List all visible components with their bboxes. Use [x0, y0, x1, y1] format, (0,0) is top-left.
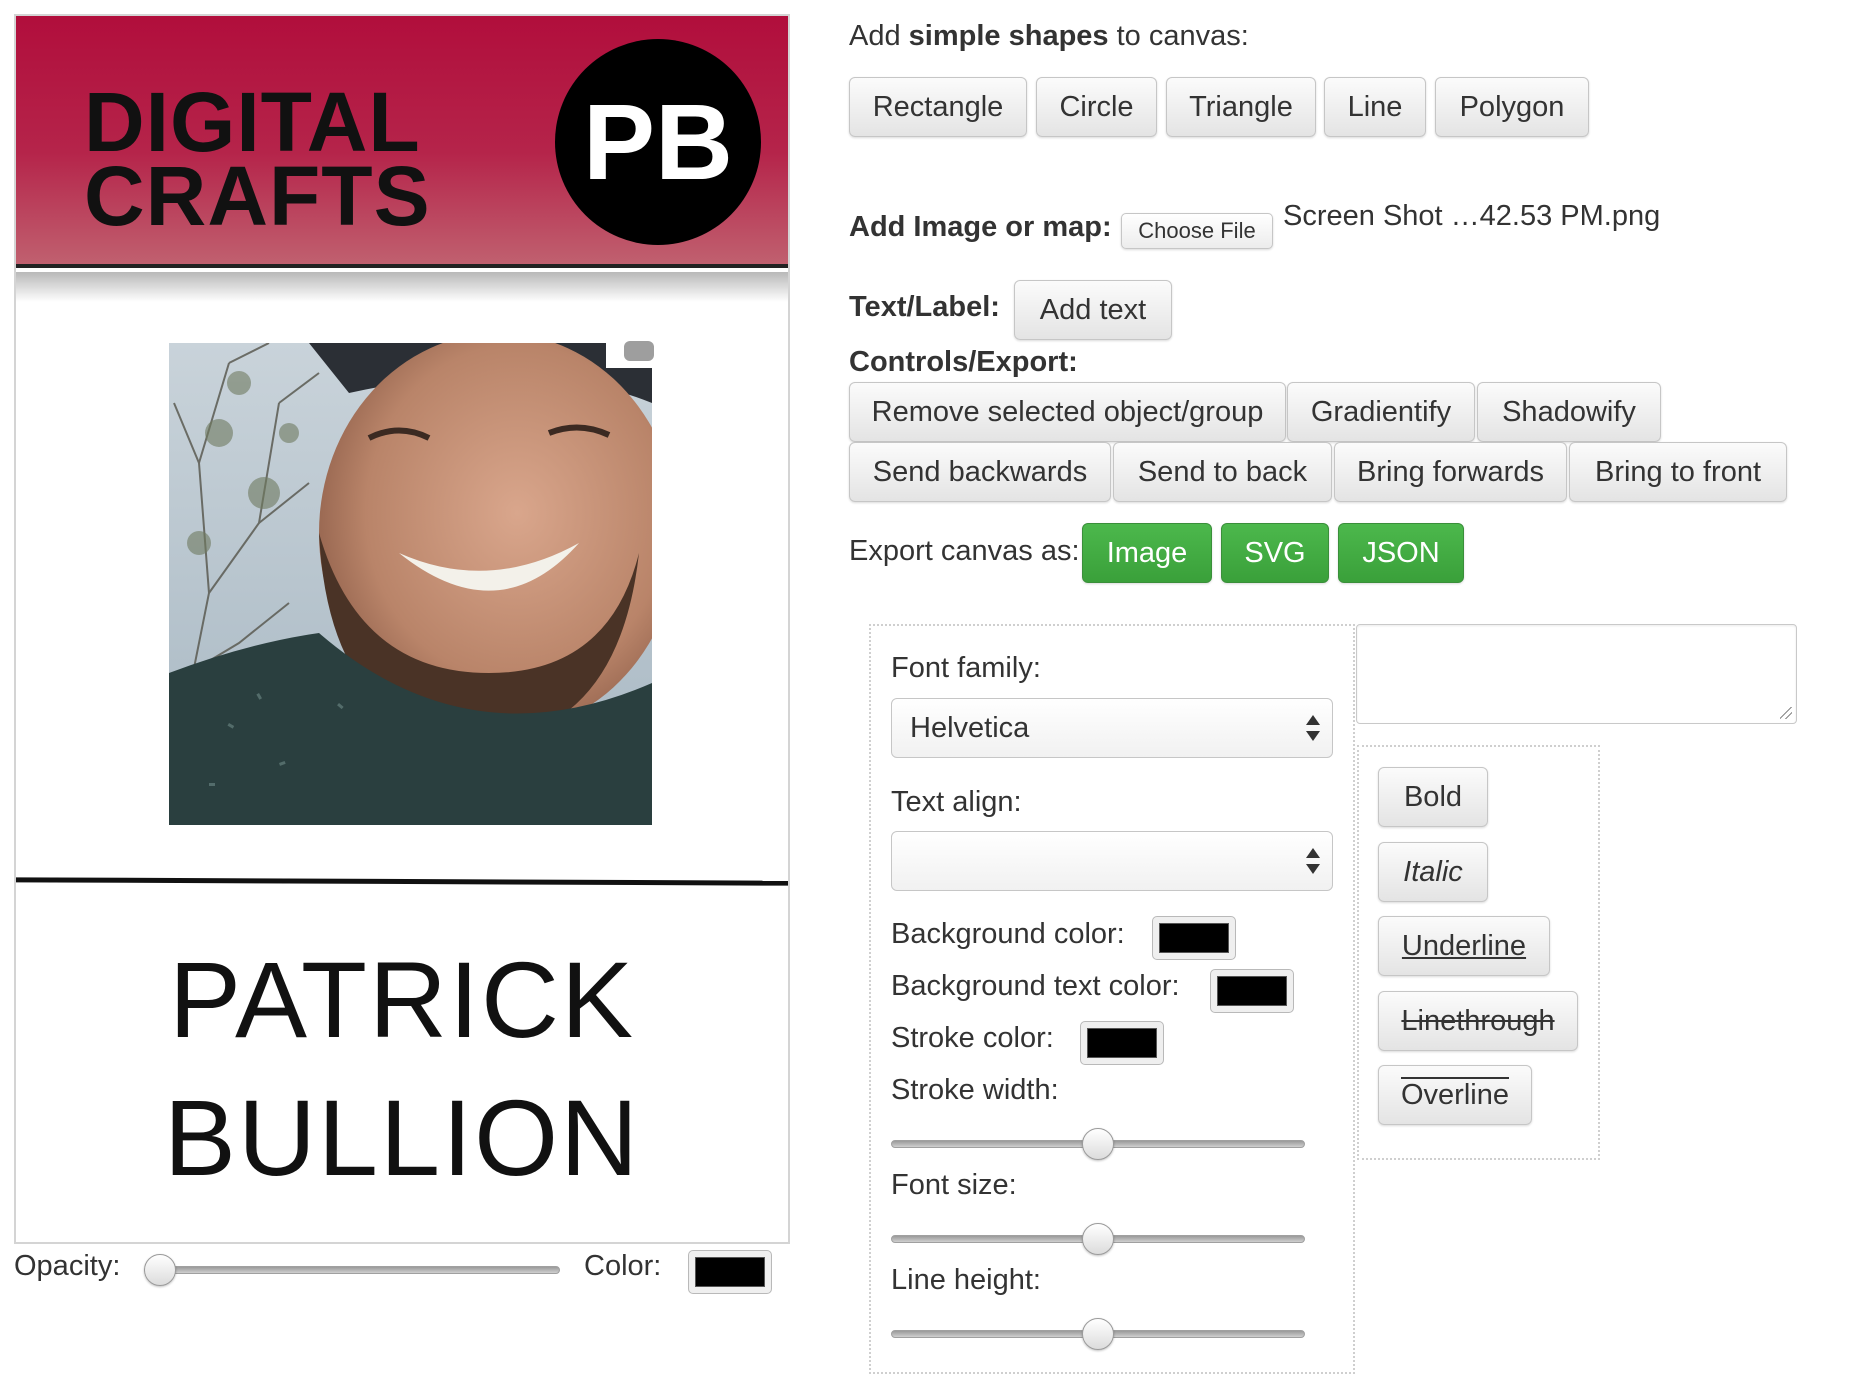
last-name-text[interactable]: BULLION: [16, 1084, 788, 1192]
font-family-value: Helvetica: [910, 712, 1030, 744]
opacity-slider-thumb[interactable]: [144, 1254, 176, 1286]
linethrough-button[interactable]: Linethrough: [1378, 991, 1578, 1051]
color-label: Color:: [584, 1250, 662, 1282]
bring-forwards-button[interactable]: Bring forwards: [1334, 442, 1567, 502]
font-size-label: Font size:: [891, 1169, 1017, 1201]
stroke-width-slider[interactable]: [891, 1128, 1305, 1160]
stroke-color-label: Stroke color:: [891, 1022, 1054, 1054]
badge-header[interactable]: DIGITAL CRAFTS PB: [16, 16, 788, 268]
text-input-area[interactable]: [1356, 624, 1797, 724]
first-name-text[interactable]: PATRICK: [16, 946, 788, 1054]
circle-button[interactable]: Circle: [1036, 77, 1157, 137]
send-to-back-button[interactable]: Send to back: [1113, 442, 1332, 502]
font-family-select[interactable]: Helvetica: [891, 698, 1333, 758]
export-json-button[interactable]: JSON: [1338, 523, 1464, 583]
selected-file-name: Screen Shot …42.53 PM.png: [1283, 200, 1661, 232]
background-text-color-picker[interactable]: [1210, 969, 1294, 1013]
background-text-color-label: Background text color:: [891, 970, 1180, 1002]
resize-grip-icon[interactable]: [1780, 707, 1792, 719]
controls-export-heading: Controls/Export:: [849, 346, 1078, 378]
initials-circle[interactable]: PB: [555, 39, 761, 245]
text-label-heading: Text/Label:: [849, 291, 1000, 323]
profile-photo-image: [169, 343, 652, 825]
stroke-width-label: Stroke width:: [891, 1074, 1059, 1106]
select-arrows-icon: [1306, 713, 1320, 743]
triangle-button[interactable]: Triangle: [1166, 77, 1316, 137]
choose-file-button[interactable]: Choose File: [1121, 213, 1273, 249]
line-height-slider-thumb[interactable]: [1082, 1318, 1114, 1350]
font-family-label: Font family:: [891, 652, 1041, 684]
rectangle-button[interactable]: Rectangle: [849, 77, 1027, 137]
export-label: Export canvas as:: [849, 535, 1080, 567]
line-height-slider[interactable]: [891, 1318, 1305, 1350]
color-picker[interactable]: [688, 1250, 772, 1294]
bold-button[interactable]: Bold: [1378, 767, 1488, 827]
opacity-label: Opacity:: [14, 1250, 121, 1282]
font-size-slider[interactable]: [891, 1223, 1305, 1255]
line-height-label: Line height:: [891, 1264, 1041, 1296]
brand-name-line-2[interactable]: CRAFTS: [84, 154, 431, 238]
opacity-slider[interactable]: [144, 1254, 560, 1286]
send-backwards-button[interactable]: Send backwards: [849, 442, 1111, 502]
italic-button[interactable]: Italic: [1378, 842, 1488, 902]
text-align-label: Text align:: [891, 786, 1022, 818]
font-size-slider-thumb[interactable]: [1082, 1223, 1114, 1255]
background-color-label: Background color:: [891, 918, 1125, 950]
export-image-button[interactable]: Image: [1082, 523, 1212, 583]
shadowify-button[interactable]: Shadowify: [1477, 382, 1661, 442]
badge-canvas[interactable]: DIGITAL CRAFTS PB PATRICK BULLION: [14, 14, 790, 1244]
export-svg-button[interactable]: SVG: [1221, 523, 1329, 583]
background-color-picker[interactable]: [1152, 916, 1236, 960]
remove-selected-button[interactable]: Remove selected object/group: [849, 382, 1286, 442]
stroke-color-picker[interactable]: [1080, 1021, 1164, 1065]
photo-rotate-handle[interactable]: [606, 328, 658, 368]
bring-to-front-button[interactable]: Bring to front: [1569, 442, 1787, 502]
add-text-button[interactable]: Add text: [1014, 280, 1172, 340]
name-divider-line[interactable]: [16, 877, 788, 886]
stroke-width-slider-thumb[interactable]: [1082, 1128, 1114, 1160]
header-shadow: [16, 272, 788, 302]
shapes-heading: Add simple shapes to canvas:: [849, 20, 1249, 52]
add-image-label: Add Image or map:: [849, 211, 1112, 243]
select-arrows-icon: [1306, 846, 1320, 876]
overline-button[interactable]: Overline: [1378, 1065, 1532, 1125]
underline-button[interactable]: Underline: [1378, 916, 1550, 976]
text-align-select[interactable]: [891, 831, 1333, 891]
profile-photo[interactable]: [169, 343, 652, 825]
line-button[interactable]: Line: [1324, 77, 1426, 137]
polygon-button[interactable]: Polygon: [1435, 77, 1589, 137]
gradientify-button[interactable]: Gradientify: [1287, 382, 1475, 442]
